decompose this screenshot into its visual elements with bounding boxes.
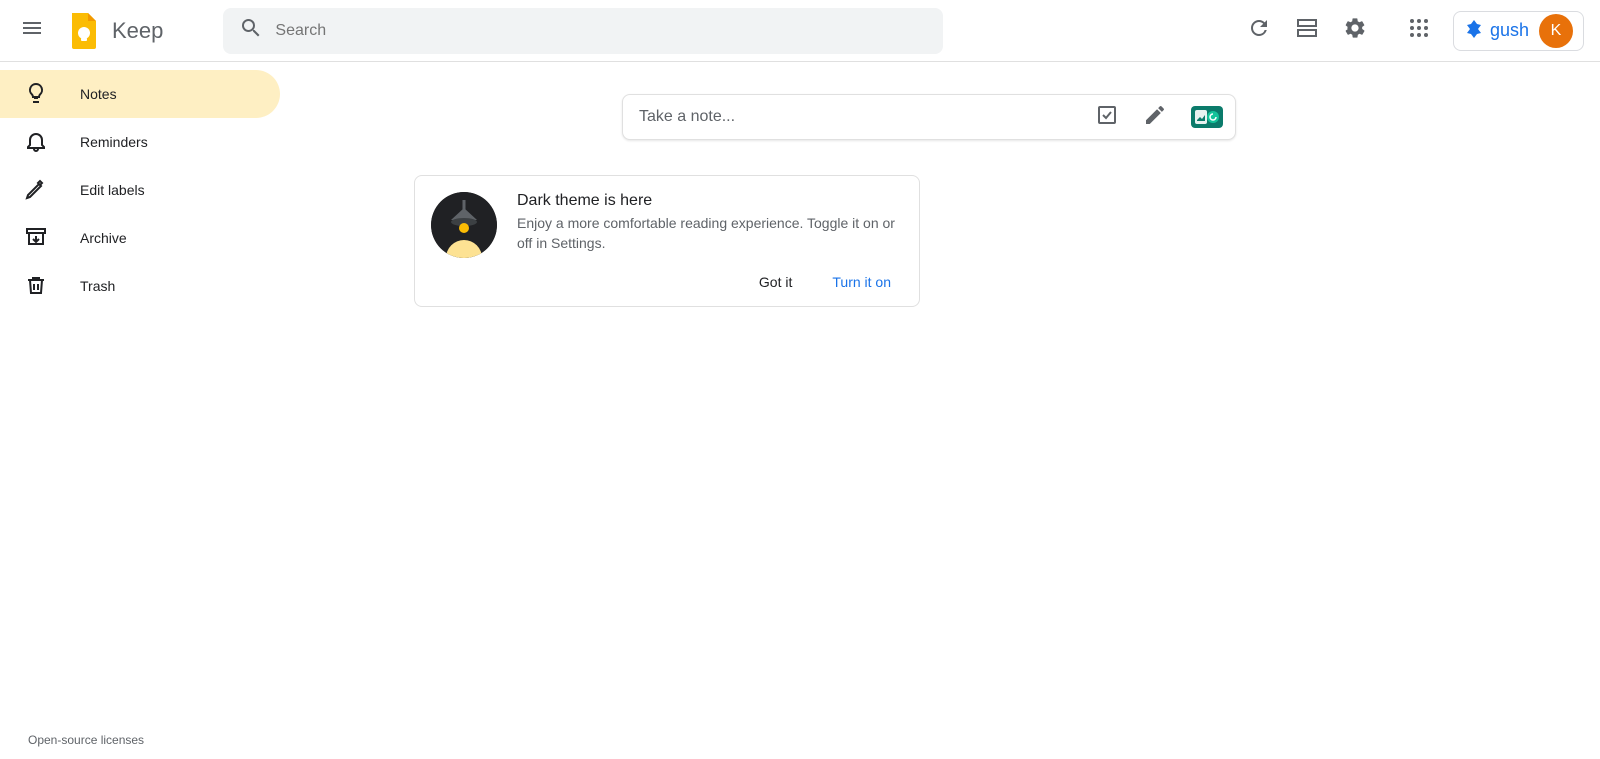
- list-view-icon: [1295, 16, 1319, 45]
- promo-lamp-icon: [431, 192, 497, 258]
- search-icon: [239, 16, 263, 45]
- sidebar-item-trash[interactable]: Trash: [0, 262, 280, 310]
- header-actions: gush K: [1239, 11, 1584, 51]
- pencil-icon: [24, 177, 48, 204]
- promo-turn-on-button[interactable]: Turn it on: [832, 274, 891, 290]
- trash-icon: [24, 273, 48, 300]
- sidebar-item-label: Notes: [80, 86, 117, 102]
- refresh-icon: [1247, 16, 1271, 45]
- hamburger-icon: [20, 16, 44, 45]
- search-input[interactable]: [275, 22, 927, 40]
- new-list-button[interactable]: [1095, 103, 1119, 132]
- account-avatar[interactable]: K: [1539, 14, 1573, 48]
- settings-button[interactable]: [1335, 11, 1375, 51]
- archive-icon: [24, 225, 48, 252]
- sidebar-item-label: Reminders: [80, 134, 148, 150]
- avatar-letter: K: [1551, 22, 1562, 40]
- new-image-button[interactable]: [1191, 106, 1223, 128]
- take-note-actions: [1095, 103, 1223, 132]
- app-logo[interactable]: Keep: [64, 11, 163, 51]
- google-apps-button[interactable]: [1399, 11, 1439, 51]
- gush-extension-button[interactable]: gush K: [1453, 11, 1584, 51]
- app-name: Keep: [112, 18, 163, 44]
- gear-icon: [1343, 16, 1367, 45]
- open-source-licenses-link[interactable]: Open-source licenses: [28, 733, 144, 747]
- sidebar-item-edit-labels[interactable]: Edit labels: [0, 166, 280, 214]
- sidebar-item-archive[interactable]: Archive: [0, 214, 280, 262]
- sidebar-item-notes[interactable]: Notes: [0, 70, 280, 118]
- promo-body: Enjoy a more comfortable reading experie…: [517, 214, 899, 253]
- lightbulb-icon: [24, 81, 48, 108]
- keep-logo-icon: [64, 11, 104, 51]
- refresh-button[interactable]: [1239, 11, 1279, 51]
- sidebar-item-label: Edit labels: [80, 182, 145, 198]
- new-drawing-button[interactable]: [1143, 103, 1167, 132]
- list-view-button[interactable]: [1287, 11, 1327, 51]
- search-bar[interactable]: [223, 8, 943, 54]
- main-content: Dark theme is here Enjoy a more comforta…: [280, 62, 1600, 759]
- sidebar-item-reminders[interactable]: Reminders: [0, 118, 280, 166]
- gush-label: gush: [1490, 20, 1529, 41]
- take-note-input[interactable]: [639, 108, 1095, 126]
- bell-icon: [24, 129, 48, 156]
- sidebar-item-label: Trash: [80, 278, 115, 294]
- sidebar-item-label: Archive: [80, 230, 127, 246]
- promo-title: Dark theme is here: [517, 192, 899, 210]
- main-menu-button[interactable]: [8, 7, 56, 55]
- app-header: Keep: [0, 0, 1600, 62]
- take-note-bar[interactable]: [622, 94, 1236, 140]
- gush-icon: [1464, 18, 1484, 43]
- sidebar: Notes Reminders Edit labels Archive Tras…: [0, 70, 280, 310]
- dark-theme-promo: Dark theme is here Enjoy a more comforta…: [414, 175, 920, 307]
- apps-grid-icon: [1407, 16, 1431, 45]
- promo-dismiss-button[interactable]: Got it: [759, 274, 792, 290]
